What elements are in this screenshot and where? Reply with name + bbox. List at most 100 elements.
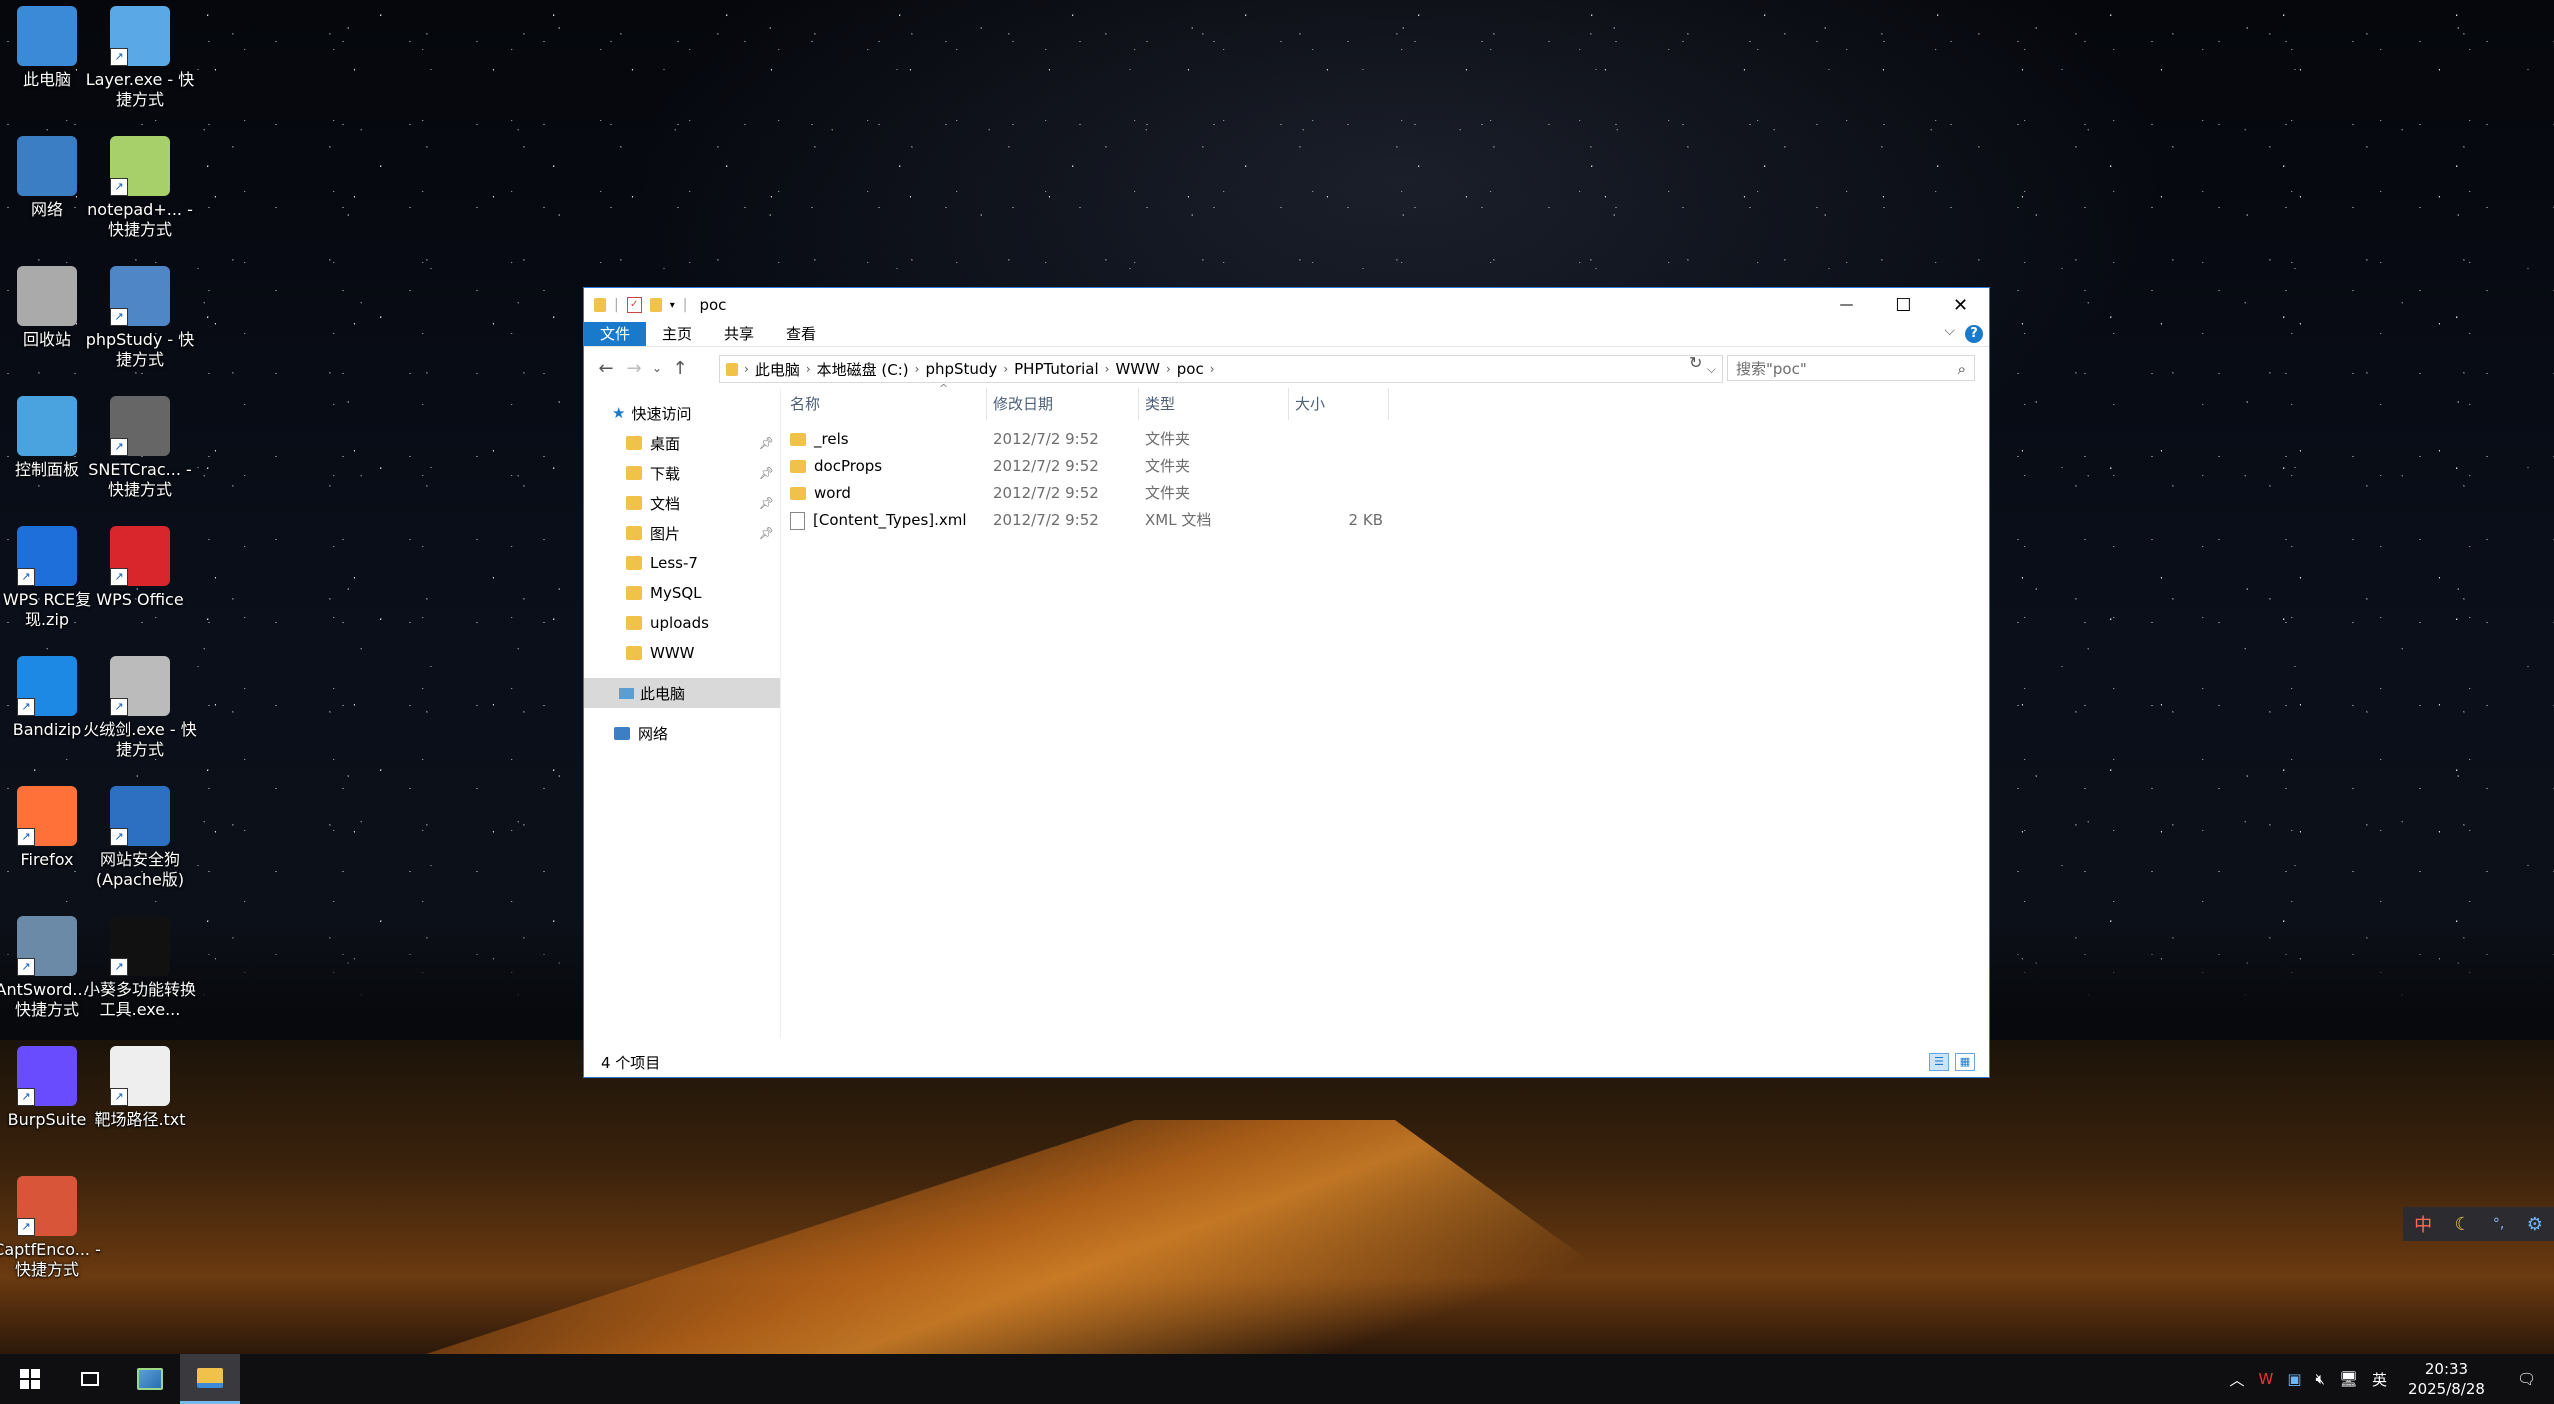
navigation-bar: ← → ⌄ ↑ › 此电脑 › 本地磁盘 (C:) › phpStudy › P… — [584, 347, 1989, 389]
up-arrow-icon[interactable]: ↑ — [666, 358, 694, 379]
close-button[interactable]: ✕ — [1932, 288, 1989, 322]
shortcut-arrow-icon: ↗ — [17, 828, 35, 846]
desktop-icon[interactable]: ↗ 小葵多功能转换工具.exe... — [81, 916, 199, 1020]
phpstudy-tray-icon[interactable]: ▣ — [2280, 1370, 2308, 1388]
tab-home[interactable]: 主页 — [646, 322, 708, 346]
desktop-icon[interactable]: ↗ WPS Office — [81, 526, 199, 610]
large-icons-view-icon[interactable]: ▦ — [1955, 1053, 1975, 1071]
tab-file[interactable]: 文件 — [584, 322, 647, 346]
gear-icon[interactable]: ⚙ — [2527, 1214, 2543, 1235]
column-type[interactable]: 类型 — [1139, 388, 1289, 420]
tab-share[interactable]: 共享 — [708, 322, 770, 346]
folder-icon — [626, 586, 642, 600]
ime-chinese-mode[interactable]: 中 — [2414, 1211, 2432, 1237]
folder-icon — [626, 466, 642, 480]
file-row[interactable]: word 2012/7/2 9:52 文件夹 — [784, 480, 1984, 507]
moon-icon[interactable]: ☾ — [2454, 1214, 2470, 1235]
qat-dropdown-icon[interactable]: ▾ — [670, 300, 675, 311]
nav-item[interactable]: 图片 📌︎ — [584, 518, 780, 548]
nav-item[interactable]: WWW — [584, 638, 780, 668]
desktop-icon-label: SNETCrac... - 快捷方式 — [88, 460, 192, 499]
desktop-icon[interactable]: ↗ 靶场路径.txt — [81, 1046, 199, 1130]
desktop-icon[interactable]: ↗ phpStudy - 快捷方式 — [81, 266, 199, 370]
network-app-icon — [137, 1368, 163, 1390]
forward-arrow-icon[interactable]: → — [620, 358, 648, 379]
properties-icon[interactable]: ✓ — [626, 297, 642, 313]
file-row[interactable]: [Content_Types].xml 2012/7/2 9:52 XML 文档 2 … — [784, 507, 1984, 534]
network-tray-icon[interactable]: 🖥︎ — [2332, 1370, 2365, 1388]
taskbar-app-file-explorer[interactable] — [180, 1354, 240, 1404]
notification-center-icon[interactable]: 🗨︎ — [2499, 1370, 2554, 1388]
bandizip-icon: ↗ — [17, 656, 77, 716]
maximize-button[interactable]: ☐ — [1875, 288, 1932, 322]
navigation-pane: ★ 快速访问 桌面 📌︎ 下载 📌︎ 文档 📌︎ 图片 📌︎ Less-7 MySQL upload… — [584, 388, 781, 1038]
search-icon[interactable]: ⌕ — [1958, 356, 1966, 382]
pin-icon[interactable]: 📌︎ — [759, 496, 774, 510]
nav-item[interactable]: 文档 📌︎ — [584, 488, 780, 518]
clock[interactable]: 20:33 2025/8/28 — [2394, 1359, 2499, 1399]
breadcrumb-this-pc[interactable]: 此电脑 — [749, 359, 806, 380]
start-button[interactable] — [0, 1354, 60, 1404]
volume-muted-icon[interactable]: 🔇︎ — [2309, 1370, 2332, 1388]
pin-icon[interactable]: 📌︎ — [759, 526, 774, 540]
nav-this-pc[interactable]: 此电脑 — [584, 678, 780, 708]
desktop-icon[interactable]: ↗ 火绒剑.exe - 快捷方式 — [81, 656, 199, 760]
column-date[interactable]: 修改日期 — [987, 388, 1139, 420]
breadcrumb-local-disk[interactable]: 本地磁盘 (C:) — [811, 359, 915, 380]
desktop-icon[interactable]: ↗ SNETCrac... - 快捷方式 — [81, 396, 199, 500]
show-hidden-icons-chevron-icon[interactable]: ︿ — [2222, 1369, 2251, 1390]
expand-ribbon-icon[interactable]: ⌵ — [1944, 323, 1955, 339]
nav-item[interactable]: MySQL — [584, 578, 780, 608]
details-view-icon[interactable]: ☰ — [1929, 1053, 1949, 1071]
nav-item[interactable]: 下载 📌︎ — [584, 458, 780, 488]
refresh-icon[interactable]: ↻ — [1689, 353, 1702, 372]
punctuation-icon[interactable]: °, — [2493, 1216, 2504, 1232]
file-explorer-icon — [197, 1367, 223, 1388]
folder-icon — [726, 362, 738, 376]
input-language-indicator[interactable]: 英 — [2365, 1369, 2394, 1390]
taskbar-app-network[interactable] — [120, 1354, 180, 1404]
new-folder-icon[interactable] — [649, 298, 662, 312]
huorong-icon: ↗ — [110, 656, 170, 716]
task-view-button[interactable] — [60, 1354, 120, 1404]
breadcrumb-phpstudy[interactable]: phpStudy — [919, 360, 1003, 378]
nav-item[interactable]: 桌面 📌︎ — [584, 428, 780, 458]
pin-icon[interactable]: 📌︎ — [759, 436, 774, 450]
desktop-icon[interactable]: ↗ 网站安全狗(Apache版) — [81, 786, 199, 890]
help-icon[interactable]: ? — [1965, 325, 1983, 343]
tab-view[interactable]: 查看 — [770, 322, 832, 346]
minimize-button[interactable]: — — [1818, 288, 1875, 322]
nav-network[interactable]: 网络 — [584, 718, 780, 748]
file-row[interactable]: _rels 2012/7/2 9:52 文件夹 — [784, 426, 1984, 453]
file-row[interactable]: docProps 2012/7/2 9:52 文件夹 — [784, 453, 1984, 480]
desktop-icon[interactable]: ↗ CaptfEnco... - 快捷方式 — [0, 1176, 106, 1280]
nav-label: 下载 — [650, 464, 681, 483]
column-size[interactable]: 大小 — [1289, 388, 1389, 420]
wps-tray-icon[interactable]: W — [2251, 1370, 2280, 1388]
nav-label: 快速访问 — [631, 404, 692, 423]
nav-item[interactable]: Less-7 — [584, 548, 780, 578]
nav-quick-access[interactable]: ★ 快速访问 — [584, 398, 780, 428]
title-bar[interactable]: | ✓ ▾ | poc — ☐ ✕ — [584, 288, 1989, 322]
breadcrumb-www[interactable]: WWW — [1109, 360, 1166, 378]
breadcrumb-separator-icon[interactable]: › — [1210, 362, 1215, 376]
breadcrumb-poc[interactable]: poc — [1171, 360, 1210, 378]
back-arrow-icon[interactable]: ← — [592, 358, 620, 379]
shortcut-arrow-icon: ↗ — [17, 958, 35, 976]
safedog-icon: ↗ — [110, 786, 170, 846]
address-bar[interactable]: › 此电脑 › 本地磁盘 (C:) › phpStudy › PHPTutori… — [719, 355, 1723, 383]
xiaokui-icon: ↗ — [110, 916, 170, 976]
notepad-icon: ↗ — [110, 136, 170, 196]
shortcut-arrow-icon: ↗ — [110, 698, 128, 716]
recent-locations-chevron-icon[interactable]: ⌄ — [648, 361, 666, 375]
shortcut-arrow-icon: ↗ — [17, 1088, 35, 1106]
breadcrumb-phptutorial[interactable]: PHPTutorial — [1008, 360, 1105, 378]
search-input[interactable]: 搜索"poc" ⌕ — [1727, 355, 1975, 381]
desktop-icon[interactable]: ↗ notepad+... - 快捷方式 — [81, 136, 199, 240]
nav-item[interactable]: uploads — [584, 608, 780, 638]
address-dropdown-icon[interactable]: ⌵ — [1707, 362, 1716, 377]
desktop-icon[interactable]: ↗ Layer.exe - 快捷方式 — [81, 6, 199, 110]
pin-icon[interactable]: 📌︎ — [759, 466, 774, 480]
file-explorer-window[interactable]: | ✓ ▾ | poc — ☐ ✕ 文件 主页 共享 查看 ⌵ ? ← → ⌄ … — [583, 287, 1990, 1078]
column-name[interactable]: 名称 — [784, 388, 987, 420]
